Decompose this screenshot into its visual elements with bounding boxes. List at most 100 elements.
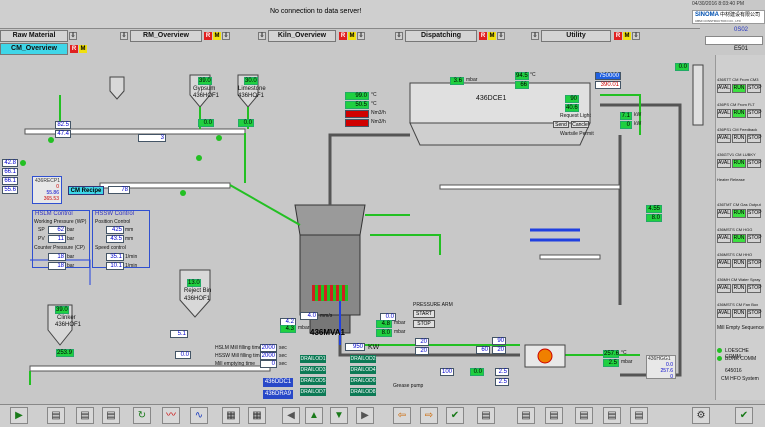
mill-empty-unit: sec <box>279 361 287 367</box>
header-icons <box>660 3 690 25</box>
sidebar-btn-stop[interactable]: STOP <box>747 309 762 318</box>
nav-utility-arrow[interactable]: ⇩ <box>632 32 640 40</box>
recipe-val3: 365.53 <box>43 196 59 202</box>
drailod-3[interactable]: DRAILOD3 <box>300 366 326 374</box>
sidebar-btn-aval[interactable]: AVAL <box>717 84 731 93</box>
chart-icon[interactable]: ∿ <box>190 407 208 424</box>
ack-icon[interactable]: ✔ <box>735 407 753 424</box>
stop-button[interactable]: STOP <box>413 320 435 328</box>
sp3-value[interactable]: 18 <box>48 253 66 261</box>
sidebar-btn-run[interactable]: RUN <box>732 309 746 318</box>
drailod-7[interactable]: DRAILOD7 <box>300 388 326 396</box>
sidebar-btn-stop[interactable]: STOP <box>747 159 762 168</box>
sidebar-btn-stop[interactable]: STOP <box>747 234 762 243</box>
drailod-6[interactable]: DRAILOD6 <box>350 377 376 385</box>
spd1-value[interactable]: 35.1 <box>106 253 124 261</box>
nav-arrow-5[interactable]: ⇩ <box>531 32 539 40</box>
sidebar-btn-aval[interactable]: AVAL <box>717 234 731 243</box>
sidebar-row-label: 436MSTS CM Fan Box <box>717 302 759 307</box>
exit-icon[interactable]: ⇦ <box>393 407 411 424</box>
feed-pct-value: 47.4 <box>55 130 71 138</box>
nav-raw-material[interactable]: Raw Material <box>0 30 68 42</box>
cm-recipe-button[interactable]: CM Recipe <box>68 186 104 195</box>
nav-dispatching-arrow[interactable]: ⇩ <box>497 32 505 40</box>
back-arrow-icon[interactable]: ◀ <box>282 407 300 424</box>
page5-icon[interactable]: ▤ <box>630 407 648 424</box>
flow-line-green-5 <box>229 184 301 226</box>
sidebar-btn-stop[interactable]: STOP <box>747 84 762 93</box>
sidebar-btn-aval[interactable]: AVAL <box>717 134 731 143</box>
document-c-icon[interactable]: ▤ <box>76 407 94 424</box>
sidebar-btn-run[interactable]: RUN <box>732 209 746 218</box>
alarm-yellow-icon: M <box>79 45 87 53</box>
sidebar-btn-stop[interactable]: STOP <box>747 134 762 143</box>
check-icon[interactable]: ✔ <box>446 407 464 424</box>
settings-icon[interactable]: ⚙ <box>692 407 710 424</box>
sidebar-btn-stop[interactable]: STOP <box>747 259 762 268</box>
page2-icon[interactable]: ▤ <box>545 407 563 424</box>
sidebar-btn-aval[interactable]: AVAL <box>717 159 731 168</box>
refresh-icon[interactable]: ↻ <box>133 407 151 424</box>
page4-icon[interactable]: ▤ <box>603 407 621 424</box>
page3-icon[interactable]: ▤ <box>575 407 593 424</box>
clinker-flow: 253.9 <box>56 349 74 357</box>
document-lock-icon[interactable]: ▤ <box>477 407 495 424</box>
nav-utility[interactable]: Utility <box>541 30 611 42</box>
tag-436ddc1[interactable]: 436DDC1 <box>263 378 293 387</box>
sidebar-btn-run[interactable]: RUN <box>732 84 746 93</box>
page-icon[interactable]: ▤ <box>517 407 535 424</box>
filter-temp: 94.5 <box>515 72 529 80</box>
cancel-button[interactable]: Cancle <box>571 121 589 128</box>
trend-icon[interactable]: 〰 <box>162 407 180 424</box>
sidebar-btn-aval[interactable]: AVAL <box>717 284 731 293</box>
send-button[interactable]: Send <box>553 121 569 128</box>
grid-icon[interactable]: ▦ <box>222 407 240 424</box>
sidebar-btn-run[interactable]: RUN <box>732 284 746 293</box>
sp4-value: 18 <box>48 262 66 270</box>
hssw-fill-value[interactable]: 2000 <box>260 352 277 360</box>
nav-rm-arrow[interactable]: ⇩ <box>222 32 230 40</box>
sidebar-btn-aval[interactable]: AVAL <box>717 209 731 218</box>
hslm-fill-value[interactable]: 2000 <box>260 344 277 352</box>
drailod-5[interactable]: DRAILOD5 <box>300 377 326 385</box>
sidebar-btn-aval[interactable]: AVAL <box>717 259 731 268</box>
drailod-4[interactable]: DRAILOD4 <box>350 366 376 374</box>
sidebar-btn-stop[interactable]: STOP <box>747 284 762 293</box>
mill-empty-value[interactable]: 0 <box>260 360 277 368</box>
nav-rm-overview[interactable]: RM_Overview <box>130 30 202 42</box>
sidebar-btn-aval[interactable]: AVAL <box>717 109 731 118</box>
enter-icon[interactable]: ⇨ <box>420 407 438 424</box>
sidebar-btn-aval[interactable]: AVAL <box>717 309 731 318</box>
sidebar-btn-stop[interactable]: STOP <box>747 109 762 118</box>
document-icon[interactable]: ▤ <box>47 407 65 424</box>
pos1-value[interactable]: 425 <box>106 226 124 234</box>
play-icon[interactable]: ▶ <box>10 407 28 424</box>
nav-kiln-arrow[interactable]: ⇩ <box>357 32 365 40</box>
drailod-1[interactable]: DRAILOD1 <box>300 355 326 363</box>
sidebar-btn-stop[interactable]: STOP <box>747 209 762 218</box>
start-button[interactable]: START <box>413 310 435 318</box>
left-value-2: 66.1 <box>2 177 18 185</box>
grid2-icon[interactable]: ▦ <box>248 407 266 424</box>
down-arrow-icon[interactable]: ▼ <box>330 407 348 424</box>
nav-arrow-3[interactable]: ⇩ <box>258 32 266 40</box>
sidebar-btn-run[interactable]: RUN <box>732 134 746 143</box>
nav-arrow-4[interactable]: ⇩ <box>395 32 403 40</box>
kw-value-1: 7.1 <box>620 112 632 120</box>
up-arrow-icon[interactable]: ▲ <box>305 407 323 424</box>
nav-raw-material-arrow[interactable]: ⇩ <box>69 32 77 40</box>
document-c2-icon[interactable]: ▤ <box>102 407 120 424</box>
sp1-value[interactable]: 62 <box>48 226 66 234</box>
nav-kiln-overview[interactable]: Kiln_Overview <box>268 30 336 42</box>
forward-arrow-icon[interactable]: ▶ <box>356 407 374 424</box>
sidebar-btn-run[interactable]: RUN <box>732 109 746 118</box>
sidebar-btn-run[interactable]: RUN <box>732 234 746 243</box>
drailod-8[interactable]: DRAILOD8 <box>350 388 376 396</box>
tag-436dra9[interactable]: 436DRA9 <box>263 390 293 399</box>
nav-arrow-2[interactable]: ⇩ <box>120 32 128 40</box>
drailod-2[interactable]: DRAILOD2 <box>350 355 376 363</box>
nav-dispatching[interactable]: Dispatching <box>405 30 477 42</box>
sidebar-btn-run[interactable]: RUN <box>732 159 746 168</box>
sidebar-btn-run[interactable]: RUN <box>732 259 746 268</box>
nav-cm-overview[interactable]: CM_Overview <box>0 43 68 55</box>
